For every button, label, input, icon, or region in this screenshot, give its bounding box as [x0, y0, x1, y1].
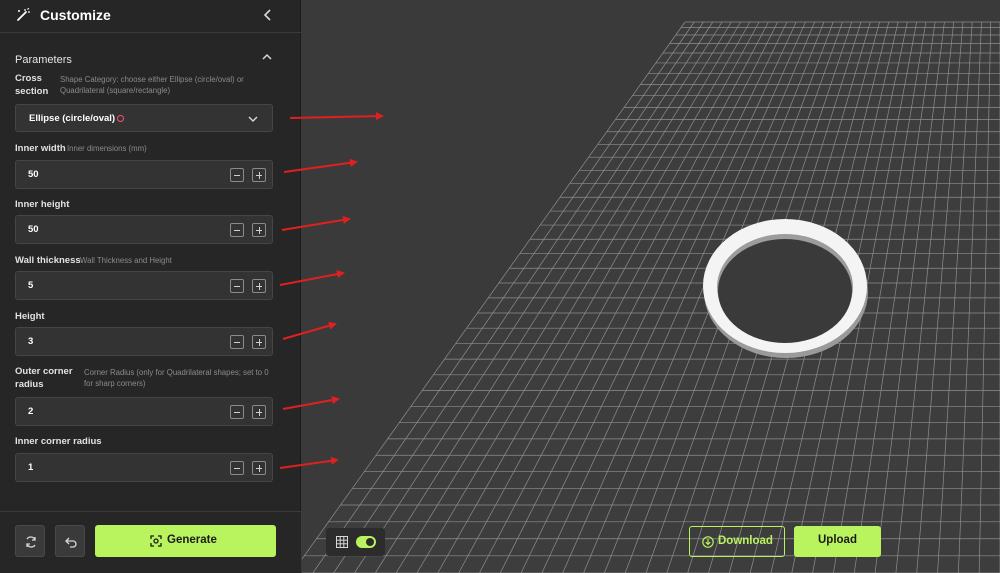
inner-corner-radius-decrement-button[interactable]	[230, 461, 244, 475]
outer-corner-radius-increment-button[interactable]	[252, 405, 266, 419]
sidebar-header: Customize	[0, 0, 301, 33]
3d-preview-viewport[interactable]	[302, 0, 1000, 573]
inner-corner-radius-increment-button[interactable]	[252, 461, 266, 475]
inner-width-increment-button[interactable]	[252, 168, 266, 182]
inner-width-field	[15, 160, 273, 189]
inner-width-description: Inner dimensions (mm)	[67, 144, 147, 153]
inner-height-decrement-button[interactable]	[230, 223, 244, 237]
refresh-icon	[26, 536, 36, 548]
wall-thickness-increment-button[interactable]	[252, 279, 266, 293]
magic-wand-icon	[17, 8, 30, 21]
height-field	[15, 327, 273, 356]
height-input[interactable]	[28, 336, 178, 347]
collapse-sidebar-chevron-left-icon[interactable]	[262, 8, 274, 22]
parameters-section-header[interactable]: Parameters	[15, 50, 273, 66]
height-increment-button[interactable]	[252, 335, 266, 349]
inner-height-label: Inner height	[15, 199, 70, 210]
download-button-label: Download	[718, 535, 773, 547]
inner-height-increment-button[interactable]	[252, 223, 266, 237]
inner-corner-radius-field	[15, 453, 273, 482]
inner-width-input[interactable]	[28, 169, 178, 180]
cross-section-select[interactable]: Ellipse (circle/oval)	[15, 104, 273, 132]
grid-icon	[336, 536, 348, 548]
generate-button[interactable]: Generate	[95, 525, 276, 557]
outer-corner-radius-field	[15, 397, 273, 426]
wall-thickness-input[interactable]	[28, 280, 178, 291]
required-indicator-icon	[117, 115, 125, 122]
outer-corner-radius-input[interactable]	[28, 406, 178, 417]
height-decrement-button[interactable]	[230, 335, 244, 349]
reset-button[interactable]	[15, 525, 45, 557]
scan-target-icon	[150, 535, 162, 547]
outer-corner-radius-description: Corner Radius (only for Quadrilateral sh…	[84, 368, 269, 388]
undo-button[interactable]	[55, 525, 85, 557]
wall-thickness-decrement-button[interactable]	[230, 279, 244, 293]
parameters-label: Parameters	[15, 54, 72, 66]
download-icon	[702, 536, 714, 548]
upload-button-label: Upload	[818, 534, 857, 546]
download-button[interactable]: Download	[689, 526, 785, 557]
inner-corner-radius-label: Inner corner radius	[15, 436, 102, 447]
height-label: Height	[15, 311, 45, 322]
inner-width-decrement-button[interactable]	[230, 168, 244, 182]
cross-section-label: Cross section	[15, 73, 49, 97]
wall-thickness-description: Wall Thickness and Height	[80, 256, 172, 265]
grid-toggle-control	[326, 528, 385, 556]
ring-model-preview[interactable]	[302, 0, 1000, 573]
upload-button[interactable]: Upload	[794, 526, 881, 557]
chevron-down-icon[interactable]	[248, 115, 258, 123]
outer-corner-radius-decrement-button[interactable]	[230, 405, 244, 419]
cross-section-selected-value: Ellipse (circle/oval)	[29, 113, 116, 124]
outer-corner-radius-label: Outer corner radius	[15, 366, 73, 390]
inner-corner-radius-input[interactable]	[28, 462, 178, 473]
grid-toggle-switch[interactable]	[356, 536, 376, 548]
wall-thickness-field	[15, 271, 273, 300]
customize-sidebar: Customize Parameters Cross section Shape…	[0, 0, 301, 573]
wall-thickness-label: Wall thickness	[15, 255, 81, 266]
cross-section-description: Shape Category: choose either Ellipse (c…	[60, 75, 244, 95]
inner-height-input[interactable]	[28, 224, 178, 235]
inner-height-field	[15, 215, 273, 244]
undo-icon	[65, 537, 77, 548]
inner-width-label: Inner width	[15, 143, 66, 154]
generate-button-label: Generate	[167, 534, 217, 546]
chevron-up-icon[interactable]	[261, 52, 273, 62]
page-title: Customize	[40, 7, 111, 23]
